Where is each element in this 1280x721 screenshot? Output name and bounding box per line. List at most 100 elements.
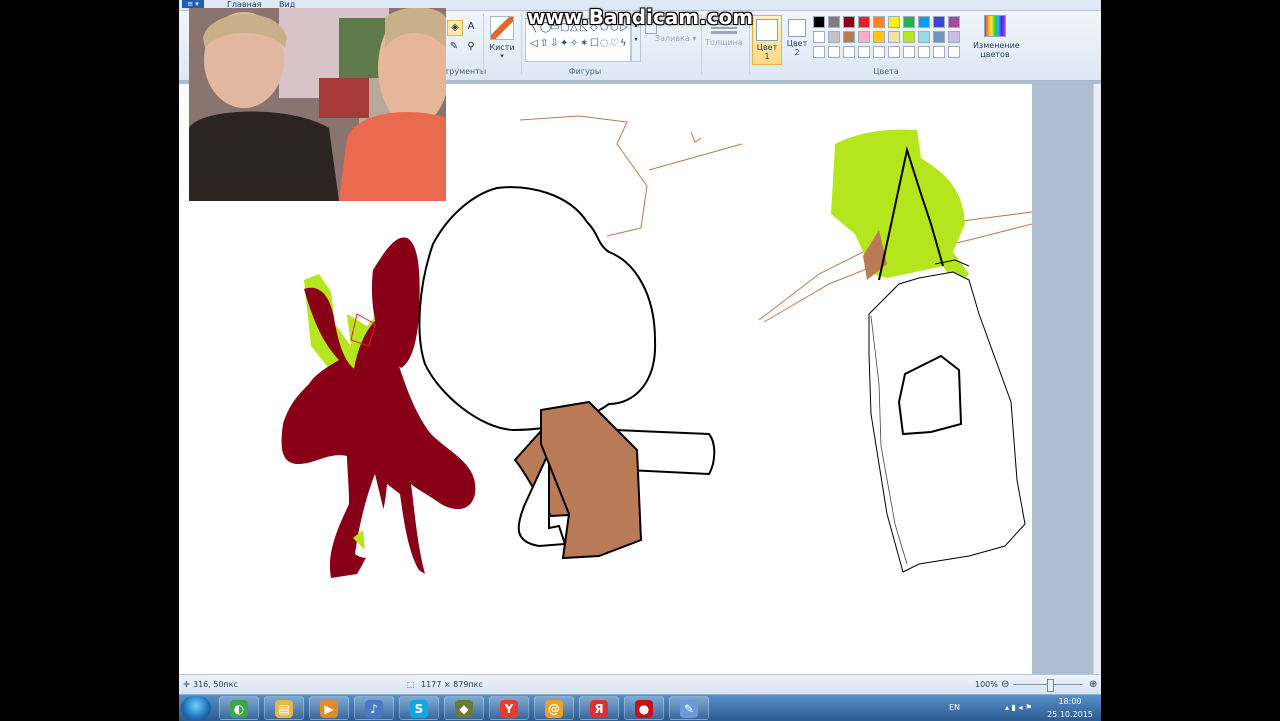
empty-color-swatch[interactable] [903, 46, 915, 58]
shape-option-icon[interactable]: ✶ [580, 39, 588, 49]
audio-icon: ♪ [365, 700, 383, 718]
bandicam-icon: ● [635, 700, 653, 718]
color-swatch[interactable] [948, 31, 960, 43]
color1-button[interactable]: Цвет 1 [752, 15, 782, 65]
empty-color-swatch[interactable] [948, 46, 960, 58]
color-swatch[interactable] [918, 16, 930, 28]
empty-color-swatch[interactable] [828, 46, 840, 58]
shape-option-icon[interactable]: ϟ [620, 39, 627, 49]
empty-color-swatch[interactable] [888, 46, 900, 58]
color-swatch[interactable] [813, 16, 825, 28]
edit-colors-button[interactable]: Изменение цветов [973, 15, 1020, 59]
shapes-group-label: Фигуры [568, 67, 602, 76]
color-swatch[interactable] [948, 16, 960, 28]
shape-option-icon[interactable]: ✦ [560, 39, 568, 49]
chevron-down-icon: ▾ [500, 52, 504, 60]
language-indicator[interactable]: EN [949, 701, 960, 714]
empty-color-swatch[interactable] [813, 46, 825, 58]
brushes-label: Кисти [489, 43, 515, 52]
status-bar: ✛ 316, 50пкс ⬚ 1177 × 879пкс 100% ⊖ ⊕ [179, 674, 1101, 695]
start-button[interactable] [181, 696, 211, 720]
shape-option-icon[interactable]: ◁ [530, 39, 538, 49]
taskbar-paint-button[interactable]: ✎ [669, 696, 709, 720]
taskbar-chrome-button[interactable]: ◐ [219, 696, 259, 720]
taskbar-audio-button[interactable]: ♪ [354, 696, 394, 720]
taskbar-shield-button[interactable]: ◆ [444, 696, 484, 720]
yandex-browser-icon: Y [500, 700, 518, 718]
shape-option-icon[interactable]: ✧ [570, 39, 578, 49]
taskbar-skype-button[interactable]: S [399, 696, 439, 720]
color2-button[interactable]: Цвет 2 [783, 15, 811, 63]
crosshair-icon: ✛ [183, 680, 190, 689]
brushes-button[interactable]: Кисти ▾ [487, 16, 517, 66]
magnifier-icon[interactable]: ⚲ [464, 40, 478, 54]
paint-icon: ✎ [680, 700, 698, 718]
skype-icon: S [410, 700, 428, 718]
taskbar-yandex-button[interactable]: Я [579, 696, 619, 720]
empty-color-swatch[interactable] [858, 46, 870, 58]
color-picker-icon[interactable]: ✎ [447, 40, 461, 54]
color-swatch[interactable] [873, 31, 885, 43]
empty-color-swatch[interactable] [918, 46, 930, 58]
taskbar-explorer-button[interactable]: ▤ [264, 696, 304, 720]
clock-date: 25.10.2015 [1047, 710, 1093, 719]
color-swatch[interactable] [828, 16, 840, 28]
zoom-slider-thumb[interactable] [1047, 679, 1054, 692]
selection-icon: ⬚ [407, 680, 415, 689]
color-swatch[interactable] [828, 31, 840, 43]
taskbar-mail-agent-button[interactable]: @ [534, 696, 574, 720]
chrome-icon: ◐ [230, 700, 248, 718]
taskbar-media-player-button[interactable]: ▶ [309, 696, 349, 720]
webcam-image [189, 8, 446, 201]
color1-number: 1 [764, 52, 770, 61]
mail-agent-icon: @ [545, 700, 563, 718]
edit-colors-label-2: цветов [980, 50, 1010, 59]
taskbar-yandex-browser-button[interactable]: Y [489, 696, 529, 720]
color-swatch[interactable] [858, 31, 870, 43]
shape-option-icon[interactable]: ☐ [590, 39, 599, 49]
color1-swatch [756, 19, 778, 41]
chevron-down-icon: ▾ [692, 34, 697, 43]
color2-swatch [788, 19, 806, 37]
color-swatch[interactable] [813, 31, 825, 43]
taskbar-bandicam-button[interactable]: ● [624, 696, 664, 720]
color-swatch[interactable] [843, 16, 855, 28]
fill-bucket-icon[interactable]: ◈ [447, 20, 463, 36]
zoom-in-icon[interactable]: ⊕ [1089, 675, 1097, 695]
tower-figure [831, 129, 1026, 573]
color-swatch[interactable] [933, 16, 945, 28]
yandex-icon: Я [590, 700, 608, 718]
color-swatch[interactable] [873, 16, 885, 28]
media-player-icon: ▶ [320, 700, 338, 718]
cursor-position: 316, 50пкс [193, 680, 238, 689]
shape-option-icon[interactable]: ⇧ [540, 39, 548, 49]
shape-option-icon[interactable]: ⇩ [550, 39, 558, 49]
palette-icon [984, 15, 1006, 37]
empty-color-swatch[interactable] [843, 46, 855, 58]
shape-option-icon[interactable]: ◌ [600, 39, 609, 49]
shape-option-icon[interactable]: ♡ [610, 39, 619, 49]
empty-color-swatch[interactable] [873, 46, 885, 58]
colors-group-label: Цвета [873, 67, 899, 76]
color-swatch[interactable] [903, 16, 915, 28]
fill-dropdown[interactable]: Заливка ▾ [655, 34, 696, 43]
webcam-overlay [189, 8, 446, 201]
network-icon[interactable]: ▴ ▮ ◂ ⚑ [1005, 701, 1032, 714]
thickness-label: Толщина [705, 38, 743, 47]
zoom-out-icon[interactable]: ⊖ [1001, 675, 1009, 695]
app-menu-button[interactable]: ≡ ▾ [182, 0, 204, 8]
color-swatch[interactable] [918, 31, 930, 43]
empty-color-swatch[interactable] [933, 46, 945, 58]
image-size: 1177 × 879пкс [421, 680, 483, 689]
color2-label: Цвет [786, 39, 808, 48]
text-tool-icon[interactable]: A [464, 20, 478, 34]
clock[interactable]: 18:00 25.10.2015 [1045, 695, 1095, 721]
color-swatch[interactable] [888, 16, 900, 28]
color-swatch[interactable] [888, 31, 900, 43]
color-swatch[interactable] [903, 31, 915, 43]
color-swatch[interactable] [933, 31, 945, 43]
canvas-scrollbar[interactable] [1093, 84, 1101, 674]
fill-label: Заливка [655, 34, 690, 43]
color-swatch[interactable] [843, 31, 855, 43]
color-swatch[interactable] [858, 16, 870, 28]
